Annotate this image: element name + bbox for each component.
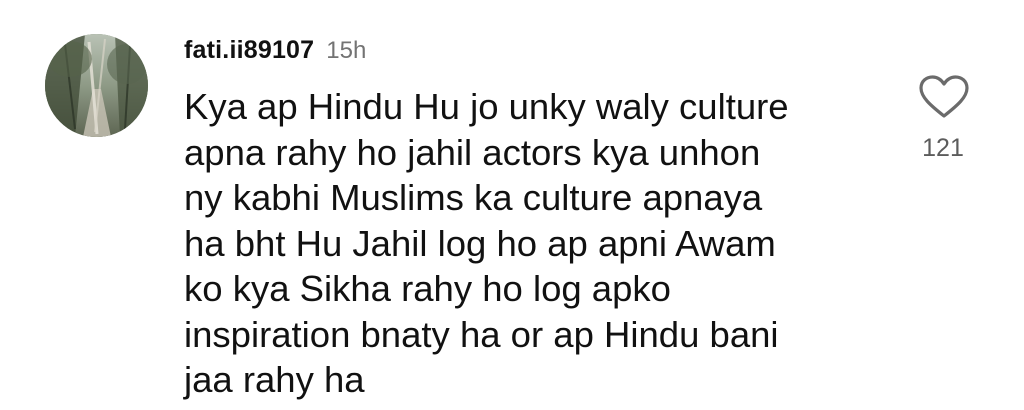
like-area: 121	[910, 74, 980, 174]
timestamp: 15h	[326, 37, 367, 64]
avatar[interactable]	[45, 34, 148, 137]
like-count: 121	[922, 134, 964, 162]
comment-header: fati.ii89107 15h	[184, 36, 366, 66]
profile-photo	[45, 34, 148, 137]
heart-icon[interactable]	[918, 74, 970, 120]
username[interactable]: fati.ii89107	[184, 36, 314, 65]
comment-text: Kya ap Hindu Hu jo unky waly culture apn…	[184, 86, 789, 400]
comment-item: fati.ii89107 15h Kya ap Hindu Hu jo unky…	[0, 0, 1024, 410]
